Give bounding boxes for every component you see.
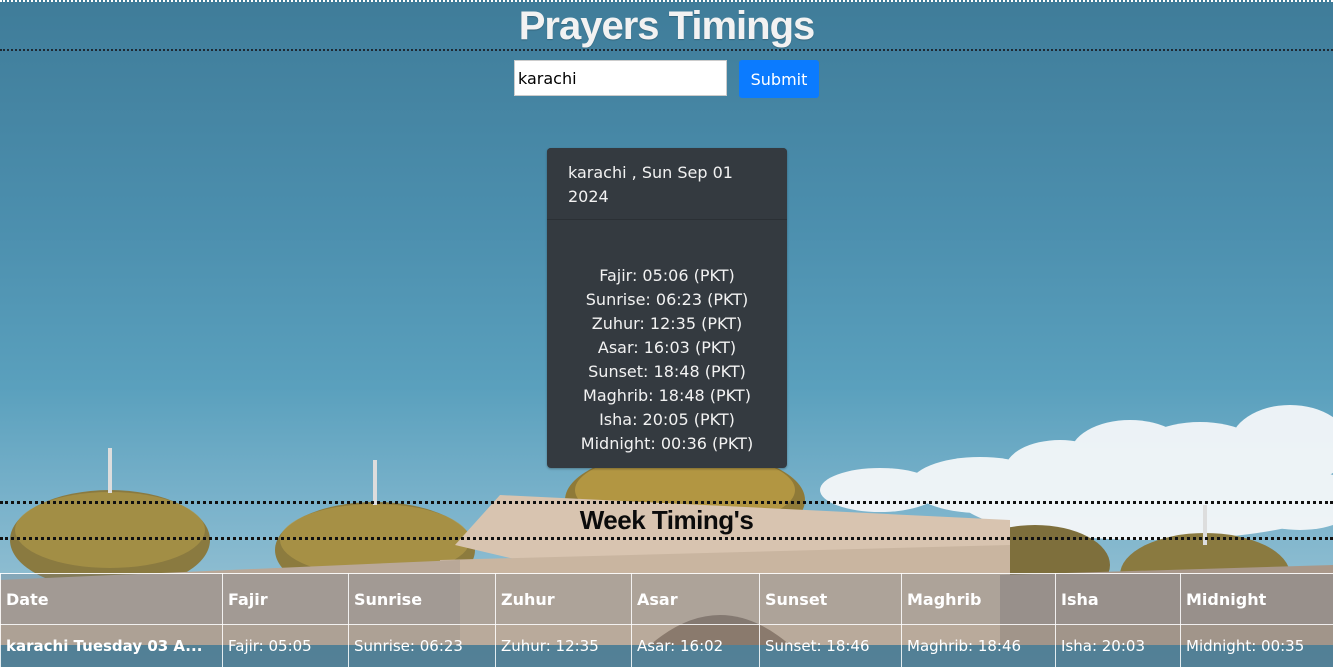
- cell-asar: Asar: 16:02: [632, 625, 760, 667]
- city-search-input[interactable]: [514, 60, 727, 96]
- cell-midnight: Midnight: 00:35: [1181, 625, 1333, 667]
- column-header-isha: Isha: [1056, 574, 1181, 625]
- timing-sunset: Sunset: 18:48 (PKT): [547, 360, 787, 384]
- cell-sunrise: Sunrise: 06:23: [349, 625, 496, 667]
- column-header-fajir: Fajir: [223, 574, 349, 625]
- column-header-sunrise: Sunrise: [349, 574, 496, 625]
- week-bottom-dotted-divider: [0, 537, 1333, 540]
- column-header-asar: Asar: [632, 574, 760, 625]
- week-timings-table: Date Fajir Sunrise Zuhur Asar Sunset Mag…: [0, 573, 1333, 667]
- submit-button[interactable]: Submit: [739, 60, 819, 98]
- cell-isha: Isha: 20:03: [1056, 625, 1181, 667]
- column-header-midnight: Midnight: [1181, 574, 1333, 625]
- cell-zuhur: Zuhur: 12:35: [496, 625, 632, 667]
- cell-sunset: Sunset: 18:46: [760, 625, 902, 667]
- timing-fajir: Fajir: 05:06 (PKT): [547, 264, 787, 288]
- timing-isha: Isha: 20:05 (PKT): [547, 408, 787, 432]
- cell-fajir: Fajir: 05:05: [223, 625, 349, 667]
- card-body: Fajir: 05:06 (PKT) Sunrise: 06:23 (PKT) …: [547, 220, 787, 456]
- column-header-maghrib: Maghrib: [902, 574, 1056, 625]
- timing-sunrise: Sunrise: 06:23 (PKT): [547, 288, 787, 312]
- cell-maghrib: Maghrib: 18:46: [902, 625, 1056, 667]
- page-title: Prayers Timings: [0, 2, 1333, 50]
- prayer-timings-card: karachi , Sun Sep 01 2024 Fajir: 05:06 (…: [547, 148, 787, 468]
- column-header-sunset: Sunset: [760, 574, 902, 625]
- week-timings-title: Week Timing's: [0, 503, 1333, 537]
- table-header-row: Date Fajir Sunrise Zuhur Asar Sunset Mag…: [1, 574, 1333, 625]
- table-row: karachi Tuesday 03 A... Fajir: 05:05 Sun…: [1, 625, 1333, 667]
- cell-date: karachi Tuesday 03 A...: [1, 625, 223, 667]
- card-header: karachi , Sun Sep 01 2024: [547, 148, 787, 220]
- timing-midnight: Midnight: 00:36 (PKT): [547, 432, 787, 456]
- timing-zuhur: Zuhur: 12:35 (PKT): [547, 312, 787, 336]
- column-header-zuhur: Zuhur: [496, 574, 632, 625]
- timing-maghrib: Maghrib: 18:48 (PKT): [547, 384, 787, 408]
- timing-asar: Asar: 16:03 (PKT): [547, 336, 787, 360]
- title-dotted-divider: [0, 49, 1333, 51]
- column-header-date: Date: [1, 574, 223, 625]
